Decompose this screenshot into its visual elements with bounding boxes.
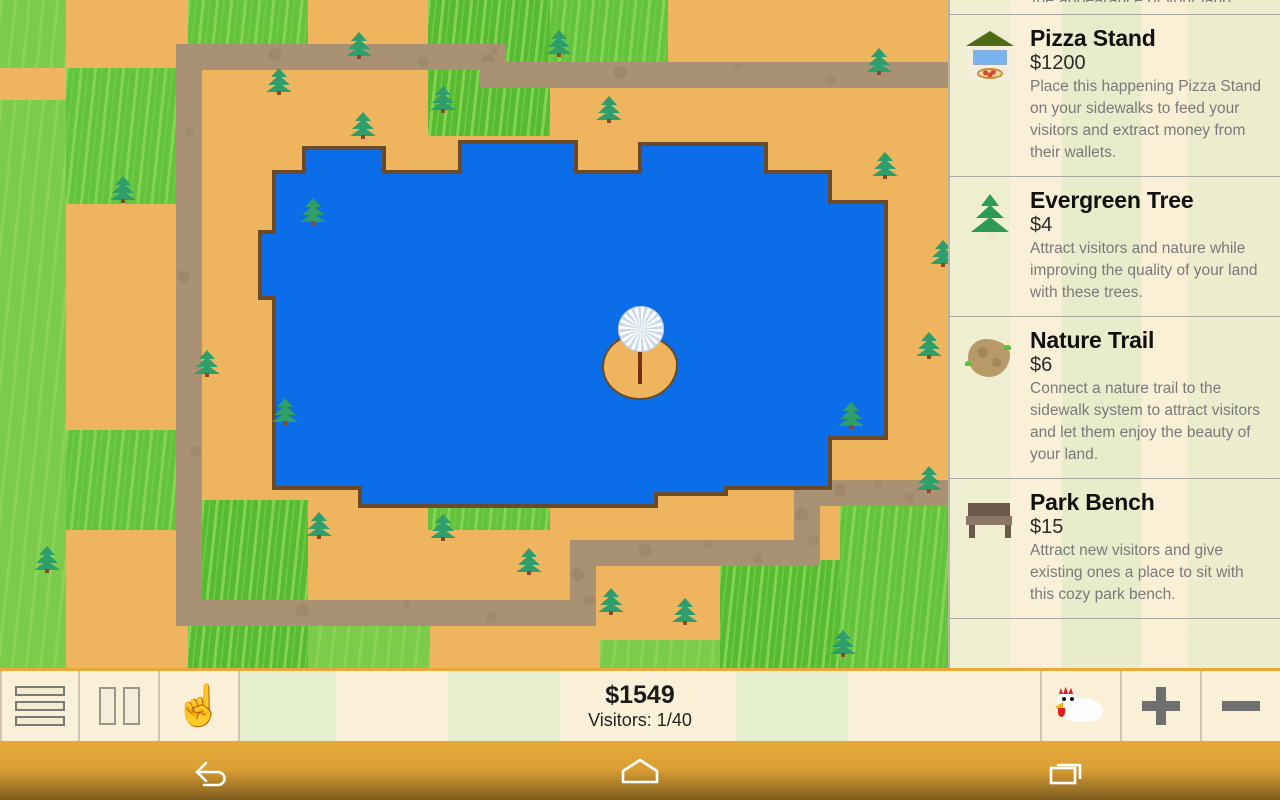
item-description: Connect a nature trail to the sidewalk s… xyxy=(1030,380,1260,463)
map-tree xyxy=(872,150,898,179)
back-arrow-icon xyxy=(196,761,227,787)
item-text: Park Bench $15 Attract new visitors and … xyxy=(1030,489,1268,606)
map-tree xyxy=(266,66,292,95)
item-text: Pizza Stand $1200 Place this happening P… xyxy=(1030,25,1268,164)
build-item-evergreen-tree[interactable]: Evergreen Tree $4 Attract visitors and n… xyxy=(950,177,1280,317)
map-tree xyxy=(272,396,298,425)
android-navigation-bar xyxy=(0,744,1280,800)
money-amount: $1549 xyxy=(605,681,675,709)
map-tree xyxy=(672,596,698,625)
park-bench-icon xyxy=(962,495,1018,545)
zoom-in-button[interactable] xyxy=(1120,671,1200,741)
map-tree xyxy=(430,84,456,113)
nav-back-button[interactable] xyxy=(0,744,427,800)
item-description: Place this happening Pizza Stand on your… xyxy=(1030,78,1261,161)
grass-tile xyxy=(720,560,840,668)
item-title: Pizza Stand xyxy=(1030,25,1156,51)
map-tree xyxy=(430,512,456,541)
status-readout: $1549 Visitors: 1/40 xyxy=(588,681,692,731)
map-tree xyxy=(546,28,572,57)
chicken-icon xyxy=(1055,686,1107,726)
zoom-out-button[interactable] xyxy=(1200,671,1280,741)
build-item-nature-trail[interactable]: Nature Trail $6 Connect a nature trail t… xyxy=(950,317,1280,479)
windmill-wheel-icon[interactable] xyxy=(618,306,664,352)
status-area: $1549 Visitors: 1/40 xyxy=(240,671,1040,741)
game-map[interactable] xyxy=(0,0,948,668)
grass-tile xyxy=(0,0,66,68)
map-tree xyxy=(110,174,136,203)
map-tree xyxy=(866,46,892,75)
map-tree xyxy=(346,30,372,59)
nature-trail-icon xyxy=(962,333,1018,383)
item-description: Attract new visitors and give existing o… xyxy=(1030,542,1244,603)
item-price: $6 xyxy=(1030,354,1053,376)
home-icon xyxy=(621,758,659,784)
recent-apps-icon xyxy=(1049,763,1081,785)
map-tree xyxy=(598,586,624,615)
build-menu-panel[interactable]: the appearance of your land. Pizza Stand… xyxy=(948,0,1280,668)
trail-segment xyxy=(176,44,506,70)
lake xyxy=(258,140,908,512)
game-area: the appearance of your land. Pizza Stand… xyxy=(0,0,1280,744)
map-tree xyxy=(596,94,622,123)
grass-tile xyxy=(188,500,308,668)
pizza-stand-icon xyxy=(962,31,1018,81)
item-text: Nature Trail $6 Connect a nature trail t… xyxy=(1030,327,1268,466)
nav-recents-button[interactable] xyxy=(853,744,1280,800)
item-text: Evergreen Tree $4 Attract visitors and n… xyxy=(1030,187,1268,304)
item-price: $1200 xyxy=(1030,52,1086,74)
map-tree xyxy=(300,196,326,225)
trail-segment xyxy=(570,540,820,566)
grass-tile xyxy=(840,500,948,668)
map-tree xyxy=(916,464,942,493)
split-panel-icon xyxy=(98,687,140,725)
map-tree xyxy=(516,546,542,575)
item-description: Attract visitors and nature while improv… xyxy=(1030,240,1258,301)
pointer-tool-button[interactable]: ☝ xyxy=(160,671,240,741)
build-item-park-bench[interactable]: Park Bench $15 Attract new visitors and … xyxy=(950,479,1280,619)
map-tree xyxy=(930,238,948,267)
map-tree xyxy=(306,510,332,539)
item-title: Evergreen Tree xyxy=(1030,187,1194,213)
grass-tile xyxy=(0,100,66,668)
item-icon-wrap xyxy=(962,187,1030,304)
grass-tile xyxy=(66,430,188,530)
minus-icon xyxy=(1222,701,1260,711)
nav-home-button[interactable] xyxy=(427,744,854,800)
item-icon-wrap xyxy=(962,489,1030,606)
map-tree xyxy=(34,544,60,573)
map-tree xyxy=(194,348,220,377)
map-tree xyxy=(916,330,942,359)
map-tree xyxy=(350,110,376,139)
item-title: Park Bench xyxy=(1030,489,1155,515)
layout-button[interactable] xyxy=(80,671,160,741)
chicken-button[interactable] xyxy=(1040,671,1120,741)
pointing-hand-icon: ☝ xyxy=(174,684,224,728)
visitor-count: Visitors: 1/40 xyxy=(588,710,692,730)
evergreen-tree-icon xyxy=(962,193,1018,243)
plus-icon xyxy=(1142,687,1180,725)
map-tree xyxy=(838,400,864,429)
item-price: $4 xyxy=(1030,214,1053,236)
grass-tile xyxy=(600,640,720,668)
trail-segment xyxy=(176,44,202,626)
item-price: $15 xyxy=(1030,516,1064,538)
item-icon-wrap xyxy=(962,327,1030,466)
item-icon-wrap xyxy=(962,25,1030,164)
bottom-toolbar: ☝ $1549 Visitors: 1/40 xyxy=(0,668,1280,744)
build-item-pizza-stand[interactable]: Pizza Stand $1200 Place this happening P… xyxy=(950,14,1280,177)
hamburger-menu-icon xyxy=(15,686,65,726)
map-tree xyxy=(830,628,856,657)
menu-button[interactable] xyxy=(0,671,80,741)
item-title: Nature Trail xyxy=(1030,327,1155,353)
trail-segment xyxy=(176,600,596,626)
